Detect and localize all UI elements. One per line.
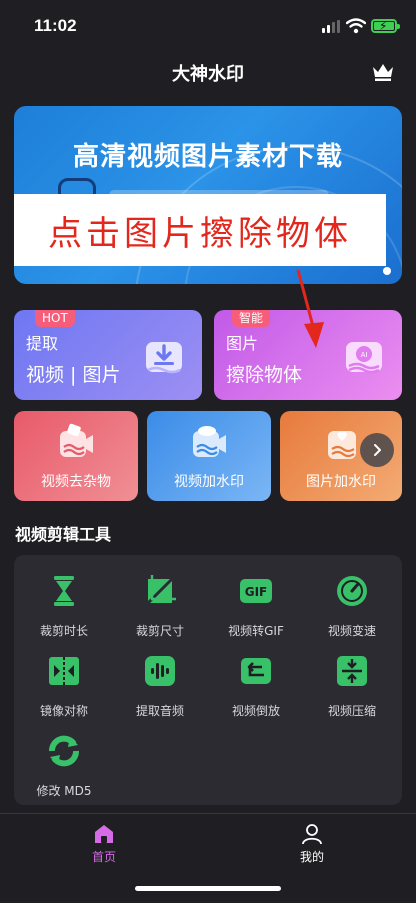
tool-video-reverse[interactable]: 视频倒放	[208, 653, 304, 725]
tool-video-speed[interactable]: 视频变速	[304, 573, 400, 645]
tool-modify-md5[interactable]: 修改 MD5	[16, 733, 112, 805]
video-watermark-label: 视频加水印	[174, 474, 244, 490]
carousel-dot[interactable]	[383, 267, 391, 275]
extract-label-1: 提取	[26, 334, 59, 353]
tool-label: 视频转GIF	[228, 624, 284, 638]
video-denoise-card[interactable]: 视频去杂物	[14, 411, 138, 501]
wifi-icon	[346, 18, 366, 34]
video-denoise-label: 视频去杂物	[41, 474, 111, 490]
tool-crop-size[interactable]: 裁剪尺寸	[112, 573, 208, 645]
gif-icon: GIF	[240, 579, 272, 603]
mirror-icon	[49, 657, 79, 685]
tool-label: 裁剪时长	[39, 624, 88, 638]
compress-icon	[337, 656, 367, 686]
page-title: 大神水印	[172, 64, 244, 85]
home-indicator	[135, 886, 281, 891]
section-title: 视频剪辑工具	[15, 525, 112, 544]
crown-icon[interactable]	[371, 62, 395, 82]
banner-annotation: 点击图片擦除物体	[14, 194, 386, 266]
promo-banner[interactable]: 高清视频图片素材下载 点击图片擦除物体	[14, 106, 402, 284]
tab-mine[interactable]: 我的	[272, 822, 352, 868]
hourglass-icon	[54, 576, 74, 606]
tool-label: 镜像对称	[39, 704, 88, 718]
svg-text:GIF: GIF	[245, 585, 268, 599]
signal-icon	[322, 20, 342, 33]
extract-label-2: 视频 | 图片	[26, 364, 121, 386]
tool-label: 视频变速	[327, 624, 376, 638]
banner-title: 高清视频图片素材下载	[72, 142, 343, 172]
crop-icon	[146, 575, 176, 605]
audio-icon	[145, 656, 175, 686]
speed-icon	[337, 576, 367, 606]
battery-icon: ⚡	[371, 19, 400, 33]
tool-extract-audio[interactable]: 提取音频	[112, 653, 208, 725]
status-time: 11:02	[34, 16, 77, 35]
chevron-right-icon	[374, 444, 381, 456]
tool-label: 视频倒放	[231, 704, 280, 718]
banner-annotation-text: 点击图片擦除物体	[48, 214, 352, 254]
download-icon	[146, 342, 182, 374]
image-watermark-icon	[328, 431, 356, 459]
tab-home-label: 首页	[91, 850, 116, 864]
hot-badge: HOT	[35, 310, 75, 327]
tool-label: 提取音频	[135, 704, 184, 718]
video-watermark-icon	[193, 426, 226, 457]
tool-video-compress[interactable]: 视频压缩	[304, 653, 400, 725]
tool-mirror[interactable]: 镜像对称	[16, 653, 112, 725]
erase-label-2: 擦除物体	[226, 364, 303, 386]
tab-mine-label: 我的	[299, 850, 324, 864]
tool-trim-duration[interactable]: 裁剪时长	[16, 573, 112, 645]
home-icon	[95, 825, 113, 843]
video-watermark-card[interactable]: 视频加水印	[147, 411, 271, 501]
tool-label: 裁剪尺寸	[135, 624, 184, 638]
status-bar: 11:02 ⚡	[0, 0, 416, 52]
ai-erase-icon: AI	[346, 342, 382, 374]
video-denoise-icon	[60, 423, 93, 457]
tool-label: 修改 MD5	[36, 784, 92, 798]
reverse-icon	[241, 658, 271, 684]
svg-text:AI: AI	[361, 351, 368, 359]
tab-home[interactable]: 首页	[64, 822, 144, 868]
tool-label: 视频压缩	[327, 704, 376, 718]
image-watermark-label: 图片加水印	[306, 474, 376, 490]
tools-panel: 裁剪时长 裁剪尺寸 GIF 视频转GIF 视频变速 镜像对称 提取音频 视频倒放…	[14, 555, 402, 805]
arrow-annotation-icon	[296, 269, 324, 348]
extract-card[interactable]: HOT 提取 视频 | 图片	[14, 310, 202, 400]
refresh-icon	[49, 735, 79, 767]
user-icon	[302, 824, 322, 845]
scroll-next-button[interactable]	[360, 433, 394, 467]
tool-video-to-gif[interactable]: GIF 视频转GIF	[208, 573, 304, 645]
smart-badge: 智能	[232, 310, 271, 327]
erase-label-1: 图片	[226, 334, 259, 353]
